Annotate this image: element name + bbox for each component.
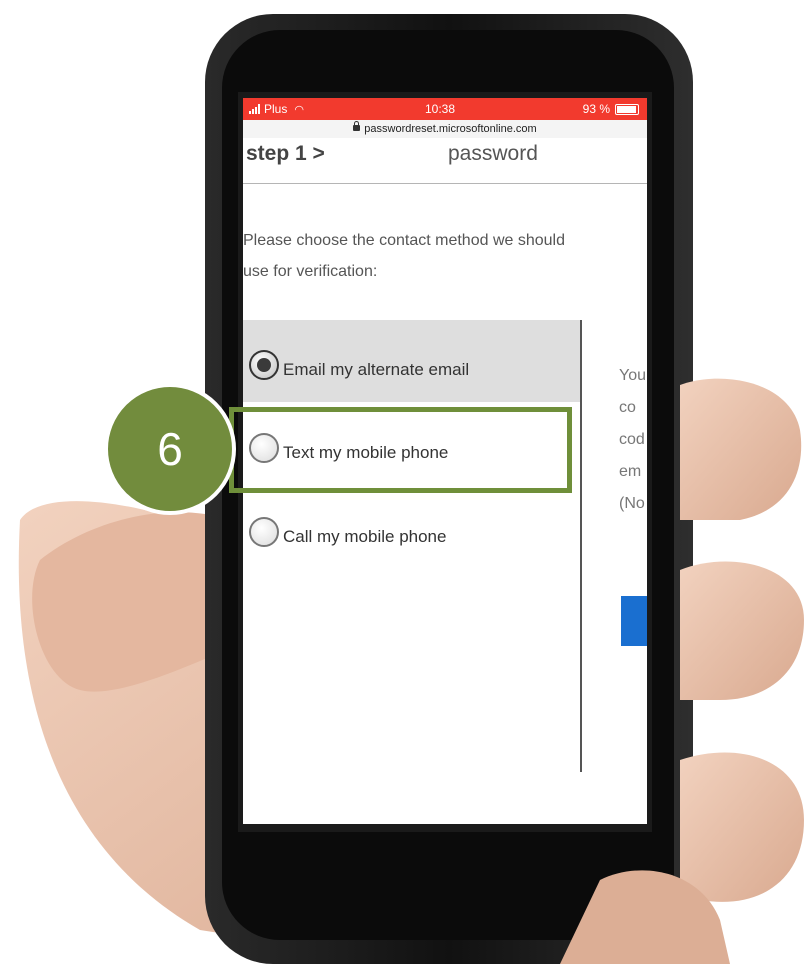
carrier-group: Plus ◠ (249, 102, 304, 116)
detail-line: em (619, 463, 642, 480)
step-label: step 1 > (246, 142, 325, 165)
instructions: Please choose the contact method we shou… (243, 225, 647, 287)
lock-icon (353, 121, 361, 131)
detail-line: (No (619, 495, 645, 512)
detail-text: You co cod em (No (619, 360, 646, 520)
option-email-label: Email my alternate email (283, 360, 470, 379)
option-email[interactable]: Email my alternate email (249, 350, 469, 380)
detail-line: You (619, 367, 646, 384)
status-time: 10:38 (425, 102, 456, 116)
radio-email[interactable] (249, 350, 279, 380)
detail-line: co (619, 399, 636, 416)
status-bar: Plus ◠ 10:38 93 % (243, 98, 647, 120)
detail-line: cod (619, 431, 645, 448)
finger-3 (680, 752, 804, 902)
finger-1 (680, 378, 802, 520)
instructions-line-2: use for verification: (243, 263, 378, 280)
step-number-badge: 6 (104, 383, 236, 515)
highlight-box (229, 407, 572, 493)
panel-divider (580, 320, 582, 772)
option-call-label: Call my mobile phone (283, 527, 447, 546)
finger-2 (680, 561, 804, 700)
header-divider (243, 183, 647, 184)
carrier-name: Plus (264, 102, 288, 116)
next-button[interactable] (621, 596, 647, 646)
battery-icon (615, 103, 639, 115)
step-title: password (448, 142, 538, 165)
address-bar[interactable]: passwordreset.microsoftonline.com (243, 120, 647, 138)
battery-group: 93 % (583, 102, 639, 116)
instructions-line-1: Please choose the contact method we shou… (243, 232, 565, 249)
radio-call[interactable] (249, 517, 279, 547)
contact-method-options: Email my alternate email Text my mobile … (243, 320, 580, 772)
signal-icon (249, 104, 260, 114)
option-call[interactable]: Call my mobile phone (249, 517, 446, 547)
url-text: passwordreset.microsoftonline.com (364, 123, 537, 135)
wifi-icon: ◠ (294, 103, 304, 116)
battery-percent: 93 % (582, 102, 610, 116)
